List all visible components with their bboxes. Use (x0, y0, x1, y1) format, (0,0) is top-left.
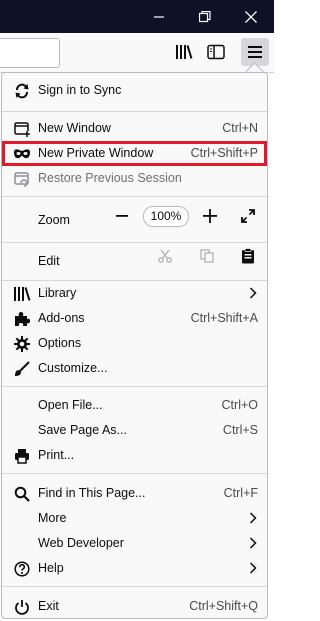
menu-item-find-in-page[interactable]: Find in This Page... Ctrl+F (2, 481, 267, 506)
menu-label: New Window (38, 121, 111, 135)
search-icon (13, 485, 31, 503)
chevron-right-icon (249, 512, 257, 524)
sidebar-button[interactable] (202, 38, 230, 66)
separator (2, 586, 267, 587)
separator (2, 111, 267, 112)
close-icon (245, 10, 257, 23)
menu-item-new-private-window[interactable]: New Private Window Ctrl+Shift+P (2, 141, 267, 166)
shortcut-text: Ctrl+Shift+Q (189, 599, 258, 613)
minimize-icon (154, 15, 164, 18)
library-button[interactable] (170, 38, 198, 66)
copy-button[interactable] (197, 246, 217, 266)
zoom-out-button[interactable] (112, 206, 132, 226)
sync-icon (13, 82, 31, 100)
menu-label: Sign in to Sync (38, 83, 122, 97)
scissors-icon (158, 249, 172, 263)
minimize-button[interactable] (136, 0, 182, 33)
shortcut-text: Ctrl+Shift+A (190, 311, 258, 325)
plus-icon (203, 209, 217, 223)
separator (2, 473, 267, 474)
restore-button[interactable] (182, 0, 228, 33)
zoom-label: Zoom (38, 213, 70, 227)
menu-item-exit[interactable]: Exit Ctrl+Shift+Q (2, 594, 267, 619)
menu-item-print[interactable]: Print... (2, 443, 267, 468)
title-bar (0, 0, 274, 33)
menu-label: Exit (38, 599, 59, 613)
library-icon (13, 285, 31, 303)
menu-item-library[interactable]: Library (2, 281, 267, 306)
menu-label: Options (38, 336, 82, 350)
new-window-icon (13, 120, 31, 138)
chevron-right-icon (249, 562, 257, 574)
nav-toolbar (0, 33, 274, 73)
shortcut-text: Ctrl+F (223, 486, 258, 500)
menu-label: Customize... (38, 361, 108, 375)
menu-item-help[interactable]: Help (2, 556, 267, 581)
power-icon (13, 598, 31, 616)
fullscreen-button[interactable] (238, 206, 258, 226)
puzzle-piece-icon (13, 310, 31, 328)
cut-button[interactable] (155, 246, 175, 266)
menu-label: Save Page As... (38, 423, 127, 437)
shortcut-text: Ctrl+S (222, 423, 258, 437)
menu-item-open-file[interactable]: Open File... Ctrl+O (2, 393, 267, 418)
clipboard-icon (242, 248, 254, 264)
menu-label: Help (38, 561, 64, 575)
private-browsing-mask-icon (13, 145, 31, 163)
minus-icon (116, 215, 128, 217)
url-bar[interactable] (0, 38, 60, 68)
library-icon (176, 45, 193, 59)
chevron-right-icon (249, 537, 257, 549)
menu-item-addons[interactable]: Add-ons Ctrl+Shift+A (2, 306, 267, 331)
sidebar-icon (207, 44, 225, 60)
hamburger-icon (248, 46, 262, 58)
menu-item-more[interactable]: More (2, 506, 267, 531)
restore-session-icon (13, 170, 31, 188)
printer-icon (13, 447, 31, 465)
menu-label: Find in This Page... (38, 486, 146, 500)
gear-icon (13, 335, 31, 353)
zoom-row: Zoom (2, 203, 267, 237)
menu-label: Library (38, 286, 77, 300)
menu-label: Open File... (38, 398, 103, 412)
menu-item-customize[interactable]: Customize... (2, 356, 267, 381)
menu-item-save-page[interactable]: Save Page As... Ctrl+S (2, 418, 267, 443)
menu-item-options[interactable]: Options (2, 331, 267, 356)
help-icon (13, 560, 31, 578)
paintbrush-icon (13, 360, 31, 378)
copy-icon (200, 249, 214, 263)
menu-label: Restore Previous Session (38, 171, 182, 185)
paste-button[interactable] (238, 246, 258, 266)
edit-label: Edit (38, 254, 60, 268)
menu-item-sign-in-sync[interactable]: Sign in to Sync (2, 78, 267, 103)
zoom-in-button[interactable] (200, 206, 220, 226)
shortcut-text: Ctrl+O (221, 398, 258, 412)
edit-row: Edit (2, 243, 267, 279)
separator (2, 196, 267, 197)
zoom-reset-button[interactable]: 100% (143, 206, 189, 227)
menu-label: New Private Window (38, 146, 154, 160)
restore-icon (199, 10, 211, 22)
shortcut-text: Ctrl+N (222, 121, 258, 135)
chevron-right-icon (249, 287, 257, 299)
fullscreen-icon (241, 209, 255, 223)
menu-item-new-window[interactable]: New Window Ctrl+N (2, 116, 267, 141)
shortcut-text: Ctrl+Shift+P (190, 146, 258, 160)
app-menu-panel: Sign in to Sync New Window Ctrl+N New Pr… (1, 72, 268, 619)
menu-label: Add-ons (38, 311, 85, 325)
menu-item-web-developer[interactable]: Web Developer (2, 531, 267, 556)
menu-item-restore-session[interactable]: Restore Previous Session (2, 166, 267, 191)
open-menu-button[interactable] (241, 38, 269, 66)
close-window-button[interactable] (228, 0, 274, 33)
menu-label: Web Developer (38, 536, 124, 550)
menu-label: Print... (38, 448, 75, 462)
separator (2, 386, 267, 387)
menu-label: More (38, 511, 67, 525)
